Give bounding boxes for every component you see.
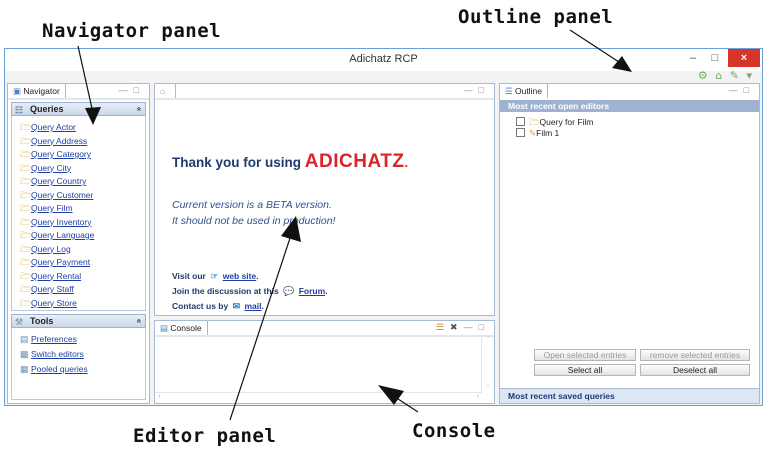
console-arrow-head bbox=[378, 385, 404, 405]
outline-arrow-head bbox=[612, 56, 632, 72]
annotation-arrows bbox=[77, 29, 632, 421]
navigator-arrow-line bbox=[77, 45, 94, 114]
editor-arrow-head bbox=[281, 216, 301, 242]
outline-arrow-line bbox=[569, 29, 623, 65]
editor-arrow-line bbox=[229, 231, 293, 421]
console-arrow-line bbox=[394, 396, 419, 413]
navigator-arrow-head bbox=[85, 107, 101, 125]
